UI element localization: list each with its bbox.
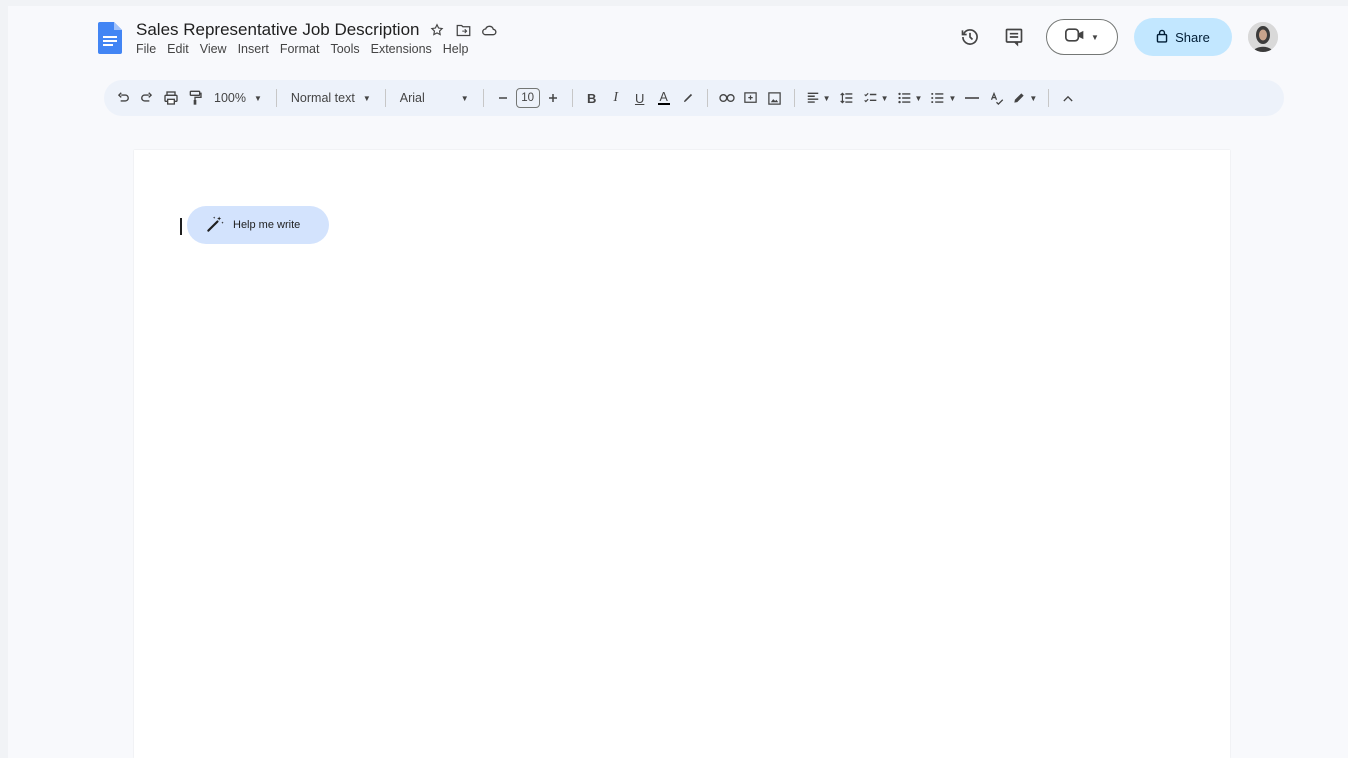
share-button[interactable]: Share xyxy=(1134,18,1232,56)
italic-button[interactable]: I xyxy=(605,85,627,111)
title-bar: Sales Representative Job Description Fil… xyxy=(98,16,1278,64)
bold-button[interactable]: B xyxy=(581,85,603,111)
lock-icon xyxy=(1156,29,1168,46)
toolbar-divider xyxy=(275,89,277,107)
document-title[interactable]: Sales Representative Job Description xyxy=(136,20,419,40)
share-label: Share xyxy=(1175,29,1210,45)
redo-icon[interactable] xyxy=(136,85,158,111)
help-me-write-label: Help me write xyxy=(233,219,301,231)
paragraph-style-dropdown[interactable]: Normal text ▼ xyxy=(285,91,377,105)
chevron-down-icon: ▼ xyxy=(460,93,469,103)
chevron-down-icon: ▼ xyxy=(914,93,923,103)
chevron-down-icon: ▼ xyxy=(362,93,371,103)
toolbar-divider xyxy=(793,89,795,107)
menu-extensions[interactable]: Extensions xyxy=(371,42,432,56)
menu-bar: File Edit View Insert Format Tools Exten… xyxy=(136,42,469,56)
bulleted-list-icon[interactable]: ▼ xyxy=(894,85,926,111)
version-history-icon[interactable] xyxy=(954,21,986,53)
move-folder-icon[interactable] xyxy=(455,22,471,38)
hide-menus-chevron-up-icon[interactable] xyxy=(1057,85,1079,111)
paint-format-icon[interactable] xyxy=(184,85,206,111)
chevron-down-icon: ▼ xyxy=(1029,93,1038,103)
star-icon[interactable] xyxy=(429,22,445,38)
text-color-swatch xyxy=(657,103,670,105)
align-left-icon[interactable]: ▼ xyxy=(803,85,834,111)
editing-mode-pencil-icon[interactable]: ▼ xyxy=(1009,85,1040,111)
print-icon[interactable] xyxy=(160,85,182,111)
increase-font-size-icon[interactable] xyxy=(542,85,564,111)
video-camera-icon xyxy=(1065,27,1085,48)
text-color-button[interactable]: A xyxy=(653,85,675,111)
magic-wand-icon xyxy=(205,214,225,237)
menu-file[interactable]: File xyxy=(136,42,156,56)
insert-image-icon[interactable] xyxy=(764,85,786,111)
font-size-input[interactable]: 10 xyxy=(515,88,540,108)
formatting-toolbar: 100% ▼ Normal text ▼ Arial ▼ 10 B I U A xyxy=(104,80,1284,116)
cloud-saved-icon[interactable] xyxy=(481,22,497,38)
decrease-font-size-icon[interactable] xyxy=(492,85,514,111)
toolbar-divider xyxy=(384,89,386,107)
highlight-pen-icon[interactable] xyxy=(677,85,699,111)
toolbar-divider xyxy=(706,89,708,107)
toolbar-divider xyxy=(571,89,573,107)
comments-icon[interactable] xyxy=(998,21,1030,53)
chevron-down-icon: ▼ xyxy=(880,93,889,103)
text-cursor xyxy=(180,218,182,235)
numbered-list-icon[interactable]: ▼ xyxy=(927,85,959,111)
zoom-dropdown[interactable]: 100% ▼ xyxy=(208,91,268,105)
menu-help[interactable]: Help xyxy=(443,42,469,56)
undo-icon[interactable] xyxy=(112,85,134,111)
text-color-label: A xyxy=(659,90,668,104)
spellcheck-icon[interactable] xyxy=(985,85,1007,111)
chevron-down-icon: ▼ xyxy=(822,93,831,103)
menu-format[interactable]: Format xyxy=(280,42,320,56)
toolbar-divider xyxy=(482,89,484,107)
meet-button[interactable]: ▼ xyxy=(1046,19,1118,55)
menu-insert[interactable]: Insert xyxy=(238,42,269,56)
account-avatar[interactable] xyxy=(1248,22,1278,52)
menu-edit[interactable]: Edit xyxy=(167,42,189,56)
font-dropdown[interactable]: Arial ▼ xyxy=(394,91,475,105)
paragraph-style-value: Normal text xyxy=(290,91,355,105)
horizontal-line-icon[interactable] xyxy=(961,85,983,111)
chevron-down-icon: ▼ xyxy=(948,93,957,103)
zoom-value: 100% xyxy=(214,91,246,105)
underline-button[interactable]: U xyxy=(629,85,651,111)
add-comment-icon[interactable] xyxy=(740,85,762,111)
help-me-write-button[interactable]: Help me write xyxy=(187,206,329,244)
header-actions: ▼ Share xyxy=(954,18,1278,56)
toolbar-divider xyxy=(1048,89,1050,107)
chevron-down-icon: ▼ xyxy=(253,93,262,103)
line-spacing-icon[interactable] xyxy=(836,85,858,111)
docs-logo-icon[interactable] xyxy=(98,22,122,54)
font-value: Arial xyxy=(399,91,425,105)
chevron-down-icon: ▼ xyxy=(1091,32,1099,42)
insert-link-icon[interactable] xyxy=(716,85,738,111)
checklist-icon[interactable]: ▼ xyxy=(860,85,892,111)
document-page[interactable]: Help me write xyxy=(134,150,1230,758)
menu-tools[interactable]: Tools xyxy=(330,42,359,56)
menu-view[interactable]: View xyxy=(200,42,227,56)
